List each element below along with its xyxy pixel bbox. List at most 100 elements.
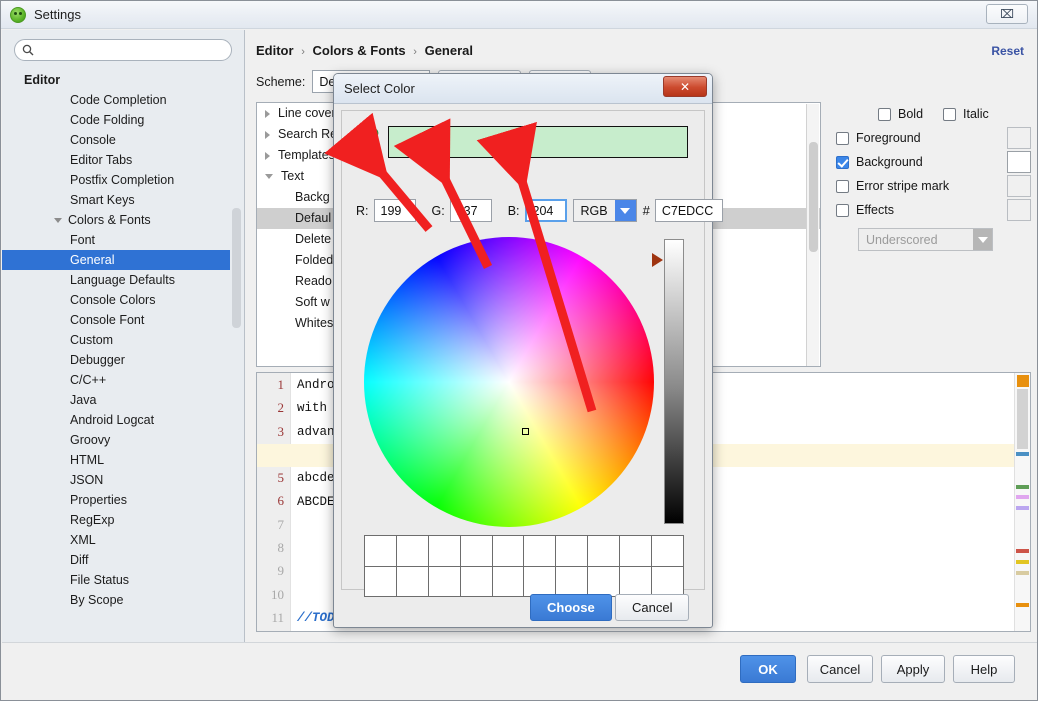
- error-stripe-mark-checkbox[interactable]: [836, 179, 849, 193]
- rgb-fields-row: R: 199 G: 237 B: 204 RGB # C7EDCC: [356, 199, 723, 222]
- g-input[interactable]: 237: [449, 199, 492, 222]
- color-swatch-cell[interactable]: [556, 536, 588, 566]
- sidebar-item-postfix-completion[interactable]: Postfix Completion: [2, 170, 230, 190]
- sidebar-item-java[interactable]: Java: [2, 390, 230, 410]
- bold-checkbox[interactable]: [878, 107, 891, 121]
- foreground-color-swatch[interactable]: [1007, 127, 1031, 149]
- chevron-right-icon[interactable]: [265, 130, 270, 139]
- sidebar-item-console[interactable]: Console: [2, 130, 230, 150]
- sidebar-item-colors-fonts[interactable]: Colors & Fonts: [2, 210, 230, 230]
- search-input[interactable]: [38, 42, 218, 58]
- brightness-slider-knob[interactable]: [652, 253, 663, 267]
- chevron-down-icon[interactable]: [614, 200, 636, 221]
- italic-checkbox[interactable]: [943, 107, 957, 121]
- sidebar-item-diff[interactable]: Diff: [2, 550, 230, 570]
- marker-green: [1016, 485, 1029, 489]
- breadcrumb: Editor › Colors & Fonts › General: [256, 43, 473, 58]
- color-swatch-cell[interactable]: [588, 536, 620, 566]
- sidebar-item-groovy[interactable]: Groovy: [2, 430, 230, 450]
- background-checkbox[interactable]: [836, 155, 849, 169]
- choose-button[interactable]: Choose: [530, 594, 612, 621]
- error-stripe-mark-color-swatch[interactable]: [1007, 175, 1031, 197]
- color-swatch-cell[interactable]: [620, 536, 652, 566]
- breadcrumb-general[interactable]: General: [425, 43, 473, 58]
- settings-tree-label: Line cover: [278, 106, 336, 120]
- select-color-body: R: 199 G: 237 B: 204 RGB # C7EDCC: [341, 110, 723, 597]
- sidebar-item-editor-tabs[interactable]: Editor Tabs: [2, 150, 230, 170]
- color-swatch-cell[interactable]: [524, 536, 556, 566]
- sidebar-item-console-colors[interactable]: Console Colors: [2, 290, 230, 310]
- settings-tree-scrollbar[interactable]: [806, 104, 819, 366]
- help-button[interactable]: Help: [953, 655, 1015, 683]
- preview-scroll-thumb[interactable]: [1017, 389, 1028, 449]
- foreground-checkbox[interactable]: [836, 131, 849, 145]
- sidebar-item-label: Diff: [70, 553, 89, 567]
- recent-colors-grid[interactable]: [364, 535, 684, 597]
- cancel-button[interactable]: Cancel: [807, 655, 873, 683]
- sidebar-item-debugger[interactable]: Debugger: [2, 350, 230, 370]
- settings-tree-scroll-thumb[interactable]: [809, 142, 818, 252]
- brightness-slider[interactable]: [664, 239, 684, 524]
- eyedropper-icon[interactable]: [358, 127, 380, 151]
- sidebar-item-c-c[interactable]: C/C++: [2, 370, 230, 390]
- reset-link[interactable]: Reset: [991, 44, 1024, 58]
- sidebar-item-html[interactable]: HTML: [2, 450, 230, 470]
- breadcrumb-colors-fonts[interactable]: Colors & Fonts: [312, 43, 405, 58]
- line-number: 2: [277, 400, 285, 416]
- effects-combo[interactable]: Underscored: [858, 228, 993, 251]
- color-wheel-marker[interactable]: [522, 428, 529, 435]
- attribute-rows: Foreground Background Error stripe mark Eff…: [836, 126, 1031, 222]
- preview-scrollbar[interactable]: [1014, 373, 1030, 631]
- color-swatch-cell[interactable]: [396, 536, 428, 566]
- sidebar-item-regexp[interactable]: RegExp: [2, 510, 230, 530]
- sidebar-item-label: Language Defaults: [70, 273, 175, 287]
- line-number: 1: [277, 377, 285, 392]
- sidebar-item-smart-keys[interactable]: Smart Keys: [2, 190, 230, 210]
- color-mode-combo[interactable]: RGB: [572, 199, 637, 222]
- sidebar-scrollbar[interactable]: [232, 208, 241, 328]
- breadcrumb-editor[interactable]: Editor: [256, 43, 294, 58]
- window-close-button[interactable]: ⌧: [986, 4, 1028, 24]
- chevron-right-icon[interactable]: [265, 151, 270, 160]
- sidebar-item-console-font[interactable]: Console Font: [2, 310, 230, 330]
- apply-button[interactable]: Apply: [881, 655, 945, 683]
- b-input[interactable]: 204: [524, 199, 567, 222]
- chevron-down-icon[interactable]: [265, 174, 273, 180]
- ok-button[interactable]: OK: [740, 655, 796, 683]
- sidebar-item-code-completion[interactable]: Code Completion: [2, 90, 230, 110]
- settings-tree-label: Delete: [295, 232, 332, 246]
- sidebar-item-label: Code Completion: [70, 93, 167, 107]
- color-swatch-cell[interactable]: [492, 536, 524, 566]
- chevron-down-icon[interactable]: [54, 218, 62, 224]
- sidebar-item-by-scope[interactable]: By Scope: [2, 590, 230, 610]
- sidebar-item-label: Smart Keys: [70, 193, 135, 207]
- g-label: G:: [431, 203, 445, 218]
- sidebar-item-android-logcat[interactable]: Android Logcat: [2, 410, 230, 430]
- sidebar-item-label: RegExp: [70, 513, 115, 527]
- sidebar-item-font[interactable]: Font: [2, 230, 230, 250]
- sidebar-item-xml[interactable]: XML: [2, 530, 230, 550]
- select-color-cancel-button[interactable]: Cancel: [615, 594, 690, 621]
- chevron-right-icon[interactable]: [265, 109, 270, 118]
- sidebar-item-code-folding[interactable]: Code Folding: [2, 110, 230, 130]
- effects-color-swatch[interactable]: [1007, 199, 1031, 221]
- search-box[interactable]: [14, 39, 232, 61]
- hex-input[interactable]: C7EDCC: [654, 199, 723, 222]
- sidebar-item-file-status[interactable]: File Status: [2, 570, 230, 590]
- sidebar-item-general[interactable]: General: [2, 250, 230, 270]
- r-input[interactable]: 199: [373, 199, 416, 222]
- sidebar-item-editor[interactable]: Editor: [2, 70, 230, 90]
- sidebar-item-properties[interactable]: Properties: [2, 490, 230, 510]
- chevron-down-icon[interactable]: [973, 229, 992, 250]
- color-swatch-cell[interactable]: [652, 536, 683, 566]
- effects-checkbox[interactable]: [836, 203, 849, 217]
- sidebar-item-json[interactable]: JSON: [2, 470, 230, 490]
- sidebar-item-language-defaults[interactable]: Language Defaults: [2, 270, 230, 290]
- color-swatch-cell[interactable]: [365, 536, 396, 566]
- color-swatch-cell[interactable]: [428, 536, 460, 566]
- color-wheel[interactable]: [364, 237, 654, 527]
- sidebar-item-custom[interactable]: Custom: [2, 330, 230, 350]
- color-swatch-cell[interactable]: [460, 536, 492, 566]
- background-color-swatch[interactable]: [1007, 151, 1031, 173]
- select-color-close-button[interactable]: ✕: [663, 76, 707, 97]
